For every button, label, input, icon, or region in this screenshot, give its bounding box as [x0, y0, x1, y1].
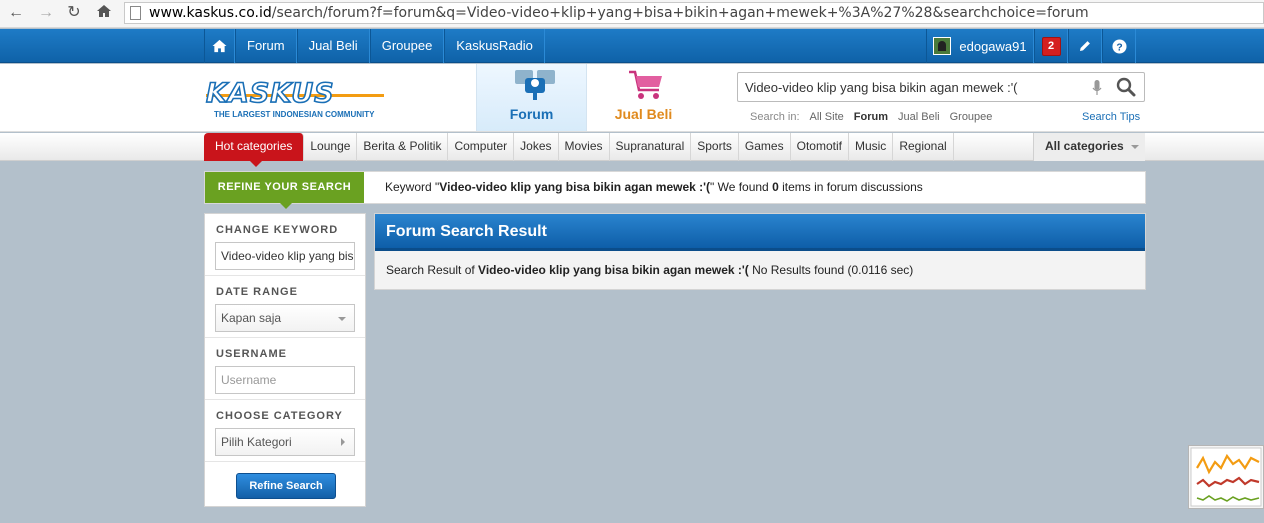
all-categories-label: All categories: [1045, 139, 1124, 153]
category-bar: Hot categories Lounge Berita & Politik C…: [0, 133, 1264, 167]
nav-jual-beli[interactable]: Jual Beli: [296, 29, 370, 63]
chevron-right-icon: [341, 438, 345, 446]
username-field[interactable]: Username: [215, 366, 355, 394]
site-header: KASKUS THE LARGEST INDONESIAN COMMUNITY …: [0, 64, 1264, 132]
refine-your-search-label: REFINE YOUR SEARCH: [205, 172, 364, 209]
keyword-text: Video-video klip yang bisa bikin agan me…: [439, 180, 710, 194]
chevron-down-icon: [338, 317, 346, 321]
search-query: Video-video klip yang bisa bikin agan me…: [745, 80, 1018, 95]
nav-groupee[interactable]: Groupee: [369, 29, 445, 63]
result-count: 0: [772, 180, 779, 194]
chevron-down-icon: [1131, 144, 1140, 149]
category-item[interactable]: Music: [849, 133, 894, 161]
search-in-label: Search in:: [750, 111, 800, 123]
pencil-icon: [1080, 41, 1090, 51]
microphone-icon[interactable]: [1092, 80, 1102, 96]
category-item[interactable]: Sports: [691, 133, 739, 161]
notification-button[interactable]: 2: [1034, 29, 1068, 63]
hot-categories-button[interactable]: Hot categories: [204, 133, 305, 167]
username: edogawa91: [959, 38, 1027, 54]
tab-jual-beli-label: Jual Beli: [614, 106, 673, 122]
all-categories-dropdown[interactable]: All categories: [1033, 133, 1145, 161]
nav-kaskus-radio[interactable]: KaskusRadio: [444, 29, 545, 63]
username-section: USERNAME Username: [205, 338, 365, 400]
search-scope-groupee[interactable]: Groupee: [950, 111, 993, 123]
notification-badge: 2: [1041, 36, 1061, 56]
reload-icon[interactable]: ↻: [64, 3, 84, 23]
forward-arrow-icon[interactable]: →: [36, 3, 56, 23]
top-nav: Forum Jual Beli Groupee KaskusRadio: [204, 29, 545, 63]
category-item[interactable]: Lounge: [304, 133, 358, 161]
search-input[interactable]: Video-video klip yang bisa bikin agan me…: [737, 72, 1145, 102]
help-button[interactable]: ?: [1102, 29, 1136, 63]
results-query: Video-video klip yang bisa bikin agan me…: [478, 263, 749, 277]
category-item[interactable]: Movies: [559, 133, 610, 161]
category-item[interactable]: Computer: [448, 133, 515, 161]
date-range-value: Kapan saja: [221, 311, 282, 325]
category-item[interactable]: Berita & Politik: [357, 133, 449, 161]
search-icon[interactable]: [1116, 77, 1136, 97]
nav-forum[interactable]: Forum: [235, 29, 297, 63]
search-tips-link[interactable]: Search Tips: [1082, 111, 1140, 123]
results-summary: Search Result of Video-video klip yang b…: [386, 263, 914, 277]
search-scope-options: Search in: All Site Forum Jual Beli Grou…: [750, 111, 992, 123]
search-scope-all-site[interactable]: All Site: [810, 111, 844, 123]
avatar: [933, 37, 952, 55]
change-keyword-section: CHANGE KEYWORD Video-video klip yang bis…: [205, 214, 365, 276]
date-range-title: DATE RANGE: [216, 286, 298, 298]
category-item[interactable]: Regional: [893, 133, 954, 161]
address-bar[interactable]: www.kaskus.co.id/search/forum?f=forum&q=…: [124, 2, 1264, 24]
user-area: edogawa91 2 ?: [926, 29, 1136, 63]
page-icon: [130, 6, 141, 20]
search-scope-forum[interactable]: Forum: [854, 111, 888, 123]
home-icon[interactable]: [94, 3, 114, 23]
user-profile-link[interactable]: edogawa91: [926, 29, 1034, 63]
edit-button[interactable]: [1068, 29, 1102, 63]
search-scope-jual-beli[interactable]: Jual Beli: [898, 111, 940, 123]
graph-icon: [1190, 447, 1262, 507]
category-item[interactable]: Jokes: [514, 133, 559, 161]
forum-chat-icon: [515, 70, 555, 100]
kaskus-logo[interactable]: KASKUS THE LARGEST INDONESIAN COMMUNITY: [205, 78, 386, 120]
category-item[interactable]: Supranatural: [610, 133, 692, 161]
results-header: Forum Search Result: [375, 214, 1145, 251]
keyword-summary: Keyword "Video-video klip yang bisa biki…: [385, 180, 923, 194]
url-text: www.kaskus.co.id/search/forum?f=forum&q=…: [149, 5, 1089, 21]
category-list: Hot categories Lounge Berita & Politik C…: [204, 133, 954, 167]
date-range-select[interactable]: Kapan saja: [215, 304, 355, 332]
browser-toolbar: ← → ↻ www.kaskus.co.id/search/forum?f=fo…: [0, 0, 1264, 28]
refine-sidebar: CHANGE KEYWORD Video-video klip yang bis…: [204, 213, 366, 507]
results-title: Forum Search Result: [386, 223, 547, 240]
results-body: Search Result of Video-video klip yang b…: [375, 251, 1145, 289]
category-select[interactable]: Pilih Kategori: [215, 428, 355, 456]
category-item[interactable]: Otomotif: [791, 133, 849, 161]
help-icon: ?: [1111, 38, 1127, 53]
monitor-widget[interactable]: [1188, 445, 1264, 509]
tab-forum-label: Forum: [509, 106, 554, 122]
svg-text:?: ?: [1116, 42, 1122, 53]
choose-category-title: CHOOSE CATEGORY: [216, 410, 343, 422]
tab-forum[interactable]: Forum: [476, 64, 587, 131]
logo-tagline: THE LARGEST INDONESIAN COMMUNITY: [214, 110, 375, 119]
date-range-section: DATE RANGE Kapan saja: [205, 276, 365, 338]
tab-jual-beli[interactable]: Jual Beli: [588, 64, 699, 131]
refine-search-button[interactable]: Refine Search: [236, 473, 336, 499]
keyword-field[interactable]: Video-video klip yang bisa bikin agan me…: [215, 242, 355, 270]
top-navigation-bar: Forum Jual Beli Groupee KaskusRadio edog…: [0, 29, 1264, 63]
shopping-cart-icon: [629, 70, 662, 99]
refine-bar: REFINE YOUR SEARCH Keyword "Video-video …: [204, 171, 1146, 209]
username-title: USERNAME: [216, 348, 287, 360]
forum-search-results: Forum Search Result Search Result of Vid…: [374, 213, 1146, 290]
logo-wordmark: KASKUS: [205, 78, 335, 109]
category-value: Pilih Kategori: [221, 435, 292, 449]
category-section: CHOOSE CATEGORY Pilih Kategori: [205, 400, 365, 462]
change-keyword-title: CHANGE KEYWORD: [216, 224, 339, 236]
home-nav-button[interactable]: [204, 29, 235, 63]
back-arrow-icon[interactable]: ←: [6, 3, 26, 23]
home-icon: [212, 39, 227, 53]
category-item[interactable]: Games: [739, 133, 791, 161]
